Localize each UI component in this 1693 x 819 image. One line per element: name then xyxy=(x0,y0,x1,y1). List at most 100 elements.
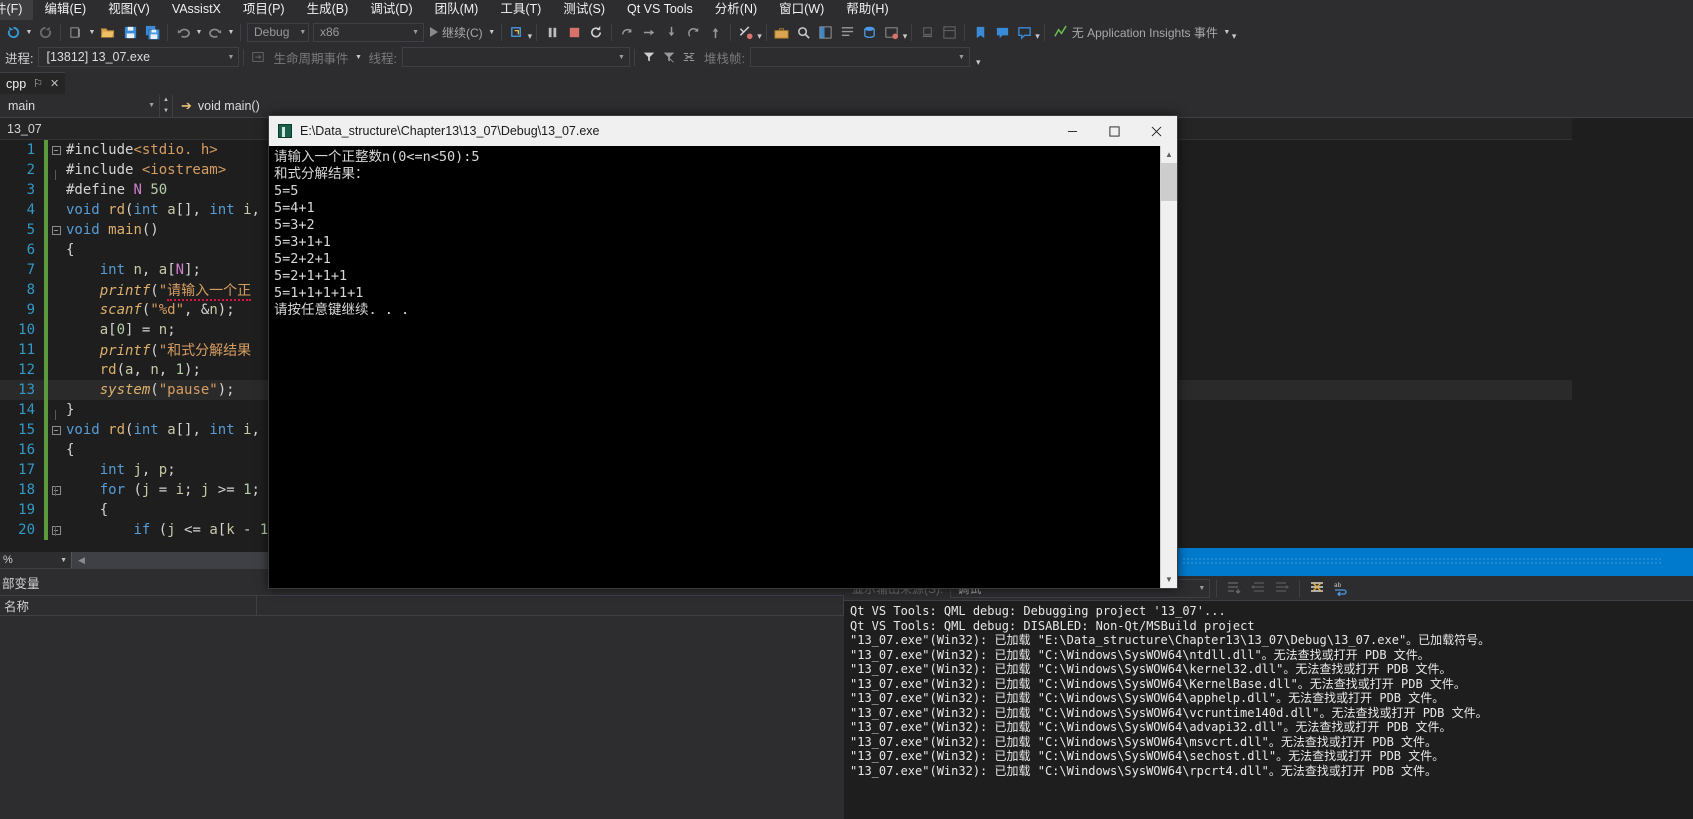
overflow-icon[interactable]: ▾ xyxy=(1232,31,1237,44)
continue-button[interactable]: 继续(C) xyxy=(426,24,487,41)
lifecycle-caret-icon[interactable]: ▼ xyxy=(354,46,364,68)
step-over-icon[interactable] xyxy=(638,21,660,43)
scrollbar-thumb[interactable] xyxy=(1160,163,1177,201)
flatten-stack-icon[interactable] xyxy=(679,47,699,67)
menu-item-project[interactable]: 项目(P) xyxy=(232,0,296,20)
menu-item-edit[interactable]: 编辑(E) xyxy=(33,0,97,20)
undo-icon[interactable] xyxy=(172,21,194,43)
continue-caret-icon[interactable]: ▼ xyxy=(487,21,497,43)
team-explorer-icon[interactable] xyxy=(916,21,938,43)
menu-item-vassistx[interactable]: VAssistX xyxy=(161,0,232,20)
overflow-icon[interactable]: ▾ xyxy=(1035,31,1040,44)
menu-item-window[interactable]: 窗口(W) xyxy=(768,0,835,20)
restart-icon[interactable] xyxy=(585,21,607,43)
navigate-backward-icon[interactable] xyxy=(2,21,24,43)
fold-toggle-icon[interactable]: − xyxy=(48,225,64,235)
toggle-breakpoints-icon[interactable] xyxy=(735,21,757,43)
fold-toggle-icon[interactable]: − xyxy=(48,145,64,155)
break-all-icon[interactable] xyxy=(541,21,563,43)
overflow-icon[interactable]: ▾ xyxy=(970,57,981,70)
find-in-files-icon[interactable] xyxy=(793,21,815,43)
menu-item-test[interactable]: 测试(S) xyxy=(552,0,616,20)
minimize-button[interactable] xyxy=(1051,116,1093,146)
thread-dropdown[interactable]: ▼ xyxy=(401,47,630,67)
pin-icon[interactable]: ⚐ xyxy=(33,77,43,90)
fold-toggle-icon[interactable]: − xyxy=(48,485,64,496)
lifecycle-events-icon[interactable] xyxy=(248,47,268,67)
scope-dropdown[interactable]: main ▼ xyxy=(0,94,160,117)
step-into-icon[interactable] xyxy=(660,21,682,43)
step-out-upper-icon[interactable] xyxy=(682,21,704,43)
step-out-icon[interactable] xyxy=(704,21,726,43)
editor-zoom-level[interactable]: % ▼ xyxy=(0,552,72,568)
solution-configuration-dropdown[interactable]: Debug ▼ xyxy=(247,22,309,42)
new-project-caret-icon[interactable]: ▼ xyxy=(87,21,97,43)
scroll-left-icon[interactable]: ◀ xyxy=(72,555,91,566)
solution-explorer-icon[interactable] xyxy=(815,21,837,43)
show-next-statement-icon[interactable] xyxy=(616,21,638,43)
menu-item-file[interactable]: 件(F) xyxy=(0,0,34,20)
maximize-button[interactable] xyxy=(1093,116,1135,146)
new-project-icon[interactable] xyxy=(65,21,87,43)
attach-to-process-icon[interactable] xyxy=(506,21,528,43)
process-dropdown[interactable]: [13812] 13_07.exe ▼ xyxy=(38,47,240,67)
close-button[interactable] xyxy=(1135,116,1177,146)
object-browser-icon[interactable] xyxy=(859,21,881,43)
menu-item-view[interactable]: 视图(V) xyxy=(97,0,161,20)
output-text-area[interactable]: Qt VS Tools: QML debug: Debugging projec… xyxy=(844,601,1693,819)
overflow-icon[interactable]: ▾ xyxy=(903,31,908,44)
toolwindow-icon[interactable] xyxy=(938,21,960,43)
fold-toggle-icon[interactable]: − xyxy=(48,425,64,435)
navigate-forward-icon[interactable] xyxy=(34,21,56,43)
menu-item-analyze[interactable]: 分析(N) xyxy=(704,0,768,20)
document-tab-cpp[interactable]: cpp ⚐ ✕ xyxy=(0,72,65,94)
overflow-icon[interactable]: ▾ xyxy=(757,31,762,44)
menu-item-qtvstools[interactable]: Qt VS Tools xyxy=(616,0,704,20)
toggle-word-wrap-icon[interactable]: ab xyxy=(1330,577,1352,599)
navigate-backward-caret-icon[interactable]: ▼ xyxy=(24,21,34,43)
application-insights-caret-icon[interactable]: ▼ xyxy=(1222,21,1232,43)
stackframe-dropdown[interactable]: ▼ xyxy=(749,47,970,67)
console-body[interactable]: 请输入一个正整数n(0<=n<50):5 和式分解结果： 5=5 5=4+1 5… xyxy=(269,146,1177,588)
console-window[interactable]: E:\Data_structure\Chapter13\13_07\Debug\… xyxy=(268,115,1178,589)
go-to-message-icon[interactable] xyxy=(1223,577,1245,599)
overflow-icon[interactable]: ▾ xyxy=(528,31,533,44)
clear-output-icon[interactable] xyxy=(1306,577,1328,599)
menu-item-team[interactable]: 团队(M) xyxy=(424,0,490,20)
application-insights-button[interactable]: 无 Application Insights 事件 xyxy=(1049,24,1222,41)
member-dropdown[interactable]: ➔ void main() xyxy=(173,98,268,114)
scroll-up-icon[interactable]: ▲ xyxy=(1161,146,1178,163)
lifecycle-events-label[interactable]: 生命周期事件 xyxy=(268,48,353,67)
spinner-down-icon[interactable]: ▼ xyxy=(160,106,172,117)
fold-toggle-icon[interactable]: − xyxy=(48,525,64,536)
scroll-down-icon[interactable]: ▼ xyxy=(1161,571,1178,588)
menu-item-help[interactable]: 帮助(H) xyxy=(835,0,899,20)
nav-spinner[interactable]: ▲ ▼ xyxy=(160,94,173,117)
scrollbar-track[interactable] xyxy=(1160,163,1177,571)
console-titlebar[interactable]: E:\Data_structure\Chapter13\13_07\Debug\… xyxy=(269,116,1177,146)
undo-caret-icon[interactable]: ▼ xyxy=(194,21,204,43)
menu-item-tools[interactable]: 工具(T) xyxy=(489,0,552,20)
comment-icon[interactable] xyxy=(991,21,1013,43)
save-all-icon[interactable] xyxy=(141,21,163,43)
console-scrollbar[interactable]: ▲ ▼ xyxy=(1160,146,1177,588)
properties-window-icon[interactable] xyxy=(837,21,859,43)
redo-caret-icon[interactable]: ▼ xyxy=(226,21,236,43)
solution-platform-dropdown[interactable]: x86 ▼ xyxy=(313,22,424,42)
open-file-icon[interactable] xyxy=(97,21,119,43)
locals-column-extra[interactable] xyxy=(257,595,844,616)
error-list-icon[interactable] xyxy=(881,21,903,43)
save-icon[interactable] xyxy=(119,21,141,43)
uncomment-icon[interactable] xyxy=(1013,21,1035,43)
previous-message-icon[interactable] xyxy=(1247,577,1269,599)
close-icon[interactable]: ✕ xyxy=(50,77,59,90)
spinner-up-icon[interactable]: ▲ xyxy=(160,95,172,106)
redo-icon[interactable] xyxy=(204,21,226,43)
next-message-icon[interactable] xyxy=(1271,577,1293,599)
menu-item-debug[interactable]: 调试(D) xyxy=(359,0,423,20)
stop-debugging-icon[interactable] xyxy=(563,21,585,43)
filter-threads-icon[interactable] xyxy=(639,47,659,67)
toolbox-icon[interactable] xyxy=(771,21,793,43)
menu-item-build[interactable]: 生成(B) xyxy=(296,0,360,20)
bookmark-icon[interactable] xyxy=(969,21,991,43)
